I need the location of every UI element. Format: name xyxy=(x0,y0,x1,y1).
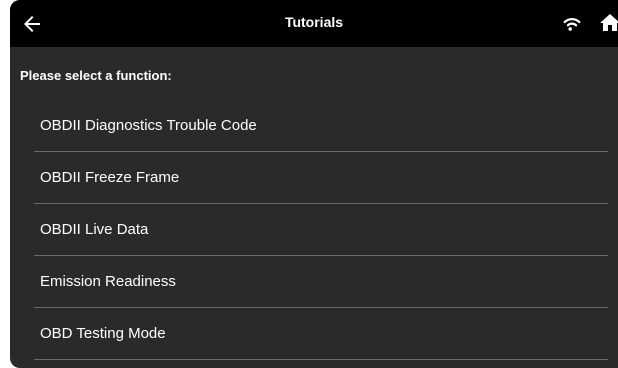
menu-item-freeze-frame[interactable]: OBDII Freeze Frame xyxy=(34,152,608,204)
top-bar: Tutorials xyxy=(10,0,618,47)
wifi-icon xyxy=(561,12,583,34)
page-title: Tutorials xyxy=(284,14,344,30)
app-screen: Tutorials Please select a function: OBDI… xyxy=(10,0,618,368)
select-function-prompt: Please select a function: xyxy=(20,68,172,83)
menu-item-emission-readiness[interactable]: Emission Readiness xyxy=(34,256,608,308)
menu-item-label: Emission Readiness xyxy=(40,273,176,290)
menu-item-live-data[interactable]: OBDII Live Data xyxy=(34,204,608,256)
menu-item-label: OBDII Live Data xyxy=(40,221,149,238)
menu-item-label: OBD Testing Mode xyxy=(40,325,166,342)
menu-item-label: OBDII Diagnostics Trouble Code xyxy=(40,117,257,134)
function-menu: OBDII Diagnostics Trouble Code OBDII Fre… xyxy=(34,100,608,360)
home-icon[interactable] xyxy=(598,11,618,35)
menu-item-dtc[interactable]: OBDII Diagnostics Trouble Code xyxy=(34,100,608,152)
menu-item-label: OBDII Freeze Frame xyxy=(40,169,180,186)
menu-item-obd-testing-mode[interactable]: OBD Testing Mode xyxy=(34,308,608,360)
